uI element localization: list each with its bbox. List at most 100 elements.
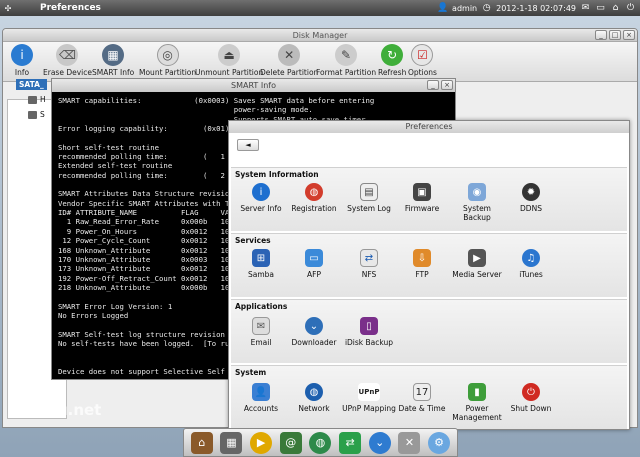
watermark: metku.net [14, 401, 102, 419]
smart-minimize-button[interactable]: _ [427, 80, 439, 90]
date-time-item[interactable]: 17 Date & Time [395, 383, 449, 413]
afp-item[interactable]: ▭ AFP [287, 249, 341, 279]
network-item[interactable]: ◍ Network [287, 383, 341, 413]
preferences-titlebar[interactable]: Preferences [229, 121, 629, 133]
ddns-item[interactable]: ✹ DDNS [504, 183, 558, 213]
disk-manager-titlebar[interactable]: Disk Manager _ □ × [3, 29, 637, 42]
globe-icon: ◍ [305, 183, 323, 201]
eject-icon: ⏏ [218, 44, 241, 66]
info-button[interactable]: i Info [11, 44, 33, 77]
unmount-partition-button[interactable]: ⏏ Unmount Partition [195, 44, 263, 77]
globe-icon: ◍ [305, 383, 323, 401]
tree-node[interactable]: H [28, 95, 47, 104]
smart-chip-icon: ▦ [102, 44, 125, 66]
tools-icon[interactable]: ✕ [398, 431, 421, 454]
email-item[interactable]: ✉ Email [234, 317, 288, 347]
logout-icon[interactable]: ⏻ [625, 3, 636, 14]
pencil-icon: ✎ [335, 44, 358, 66]
lock-icon[interactable]: ⌂ [610, 3, 621, 14]
media-icon: ▶ [468, 249, 486, 267]
media-server-item[interactable]: ▶ Media Server [450, 249, 504, 279]
close-button[interactable]: × [623, 30, 635, 40]
delete-partition-button[interactable]: ✕ Delete Partition [260, 44, 318, 77]
media-player-icon[interactable]: ▶ [250, 431, 273, 454]
info-icon: i [11, 44, 33, 66]
address-book-icon[interactable]: @ [279, 431, 302, 454]
disc-icon: ◎ [156, 44, 179, 66]
ddns-icon: ✹ [522, 183, 540, 201]
minimize-button[interactable]: _ [595, 30, 607, 40]
delete-icon: ✕ [278, 44, 301, 66]
maximize-button[interactable]: □ [609, 30, 621, 40]
tree-node[interactable]: S [28, 110, 47, 119]
download-icon: ⌄ [305, 317, 323, 335]
itunes-item[interactable]: ♫ iTunes [504, 249, 558, 279]
mail-icon[interactable]: ✉ [580, 3, 591, 14]
section-title: System Information [235, 170, 319, 179]
windows-icon: ⊞ [252, 249, 270, 267]
section-title: Applications [235, 302, 288, 311]
preferences-window: Preferences ◄ System Information i Server… [228, 120, 630, 430]
book-icon: ▤ [360, 183, 378, 201]
clock-icon: ◷ [482, 2, 491, 13]
battery-icon: ▮ [468, 383, 486, 401]
smart-close-button[interactable]: × [441, 80, 453, 90]
accounts-item[interactable]: 👤 Accounts [234, 383, 288, 413]
user-name[interactable]: admin [452, 4, 477, 13]
disk-manager-title: Disk Manager [292, 31, 348, 40]
idisk-icon: ▯ [360, 317, 378, 335]
top-bar-title: Preferences [40, 3, 101, 13]
preferences-icon[interactable]: ⚙ [428, 431, 451, 454]
calendar-icon: 17 [413, 383, 431, 401]
erase-device-button[interactable]: ⌫ Erase Device [43, 44, 92, 77]
refresh-button[interactable]: ↻ Refresh [378, 44, 406, 77]
checklist-icon: ☑ [411, 44, 434, 66]
idisk-backup-item[interactable]: ▯ iDisk Backup [342, 317, 396, 347]
upnp-icon: UPnP [358, 383, 380, 401]
monitor-icon: ▭ [305, 249, 323, 267]
back-button[interactable]: ◄ [237, 139, 259, 151]
system-log-item[interactable]: ▤ System Log [342, 183, 396, 213]
nfs-item[interactable]: ⇄ NFS [342, 249, 396, 279]
system-backup-item[interactable]: ◉ System Backup [450, 183, 504, 222]
backup-icon: ◉ [468, 183, 486, 201]
hard-disk-icon [28, 95, 37, 104]
eraser-icon: ⌫ [56, 44, 79, 66]
tree-root-item[interactable]: SATA_ [16, 79, 47, 90]
network-icon[interactable]: ◍ [309, 431, 332, 454]
minimize-all-icon[interactable]: ▭ [595, 3, 606, 14]
downloader-icon[interactable]: ⌄ [368, 431, 391, 454]
ftp-item[interactable]: ⇩ FTP [395, 249, 449, 279]
upnp-mapping-item[interactable]: UPnP UPnP Mapping [342, 383, 396, 413]
music-note-icon: ♫ [522, 249, 540, 267]
refresh-icon: ↻ [381, 44, 404, 66]
mount-partition-button[interactable]: ◎ Mount Partition [139, 44, 196, 77]
smart-info-button[interactable]: ▦ SMART Info [92, 44, 134, 77]
format-partition-button[interactable]: ✎ Format Partition [316, 44, 376, 77]
top-bar: ✣ Preferences 👤 admin ◷ 2012-1-18 02:07:… [0, 0, 640, 16]
smart-info-title: SMART Info [231, 81, 276, 90]
power-management-item[interactable]: ▮ Power Management [450, 383, 504, 422]
file-manager-icon[interactable]: ▦ [220, 431, 243, 454]
downloader-item[interactable]: ⌄ Downloader [287, 317, 341, 347]
registration-item[interactable]: ◍ Registration [287, 183, 341, 213]
samba-item[interactable]: ⊞ Samba [234, 249, 288, 279]
nfs-network-icon: ⇄ [360, 249, 378, 267]
preferences-title: Preferences [405, 122, 453, 131]
disk-tree: SATA_ H S [16, 79, 47, 119]
power-icon: ⏻ [522, 383, 540, 401]
options-button[interactable]: ☑ Options [408, 44, 437, 77]
ftp-arrow-icon: ⇩ [413, 249, 431, 267]
shut-down-item[interactable]: ⏻ Shut Down [504, 383, 558, 413]
user-icon: 👤 [437, 2, 449, 13]
dock: ⌂ ▦ ▶ @ ◍ ⇄ ⌄ ✕ ⚙ [183, 428, 458, 457]
hard-disk-icon [28, 110, 37, 119]
server-info-item[interactable]: i Server Info [234, 183, 288, 213]
sync-icon[interactable]: ⇄ [339, 431, 362, 454]
envelope-icon: ✉ [252, 317, 270, 335]
smart-info-titlebar[interactable]: SMART Info _ × [52, 79, 455, 92]
section-title: Services [235, 236, 271, 245]
firmware-item[interactable]: ▣ Firmware [395, 183, 449, 213]
home-icon[interactable]: ⌂ [190, 431, 213, 454]
system-logo-icon[interactable]: ✣ [0, 0, 16, 16]
